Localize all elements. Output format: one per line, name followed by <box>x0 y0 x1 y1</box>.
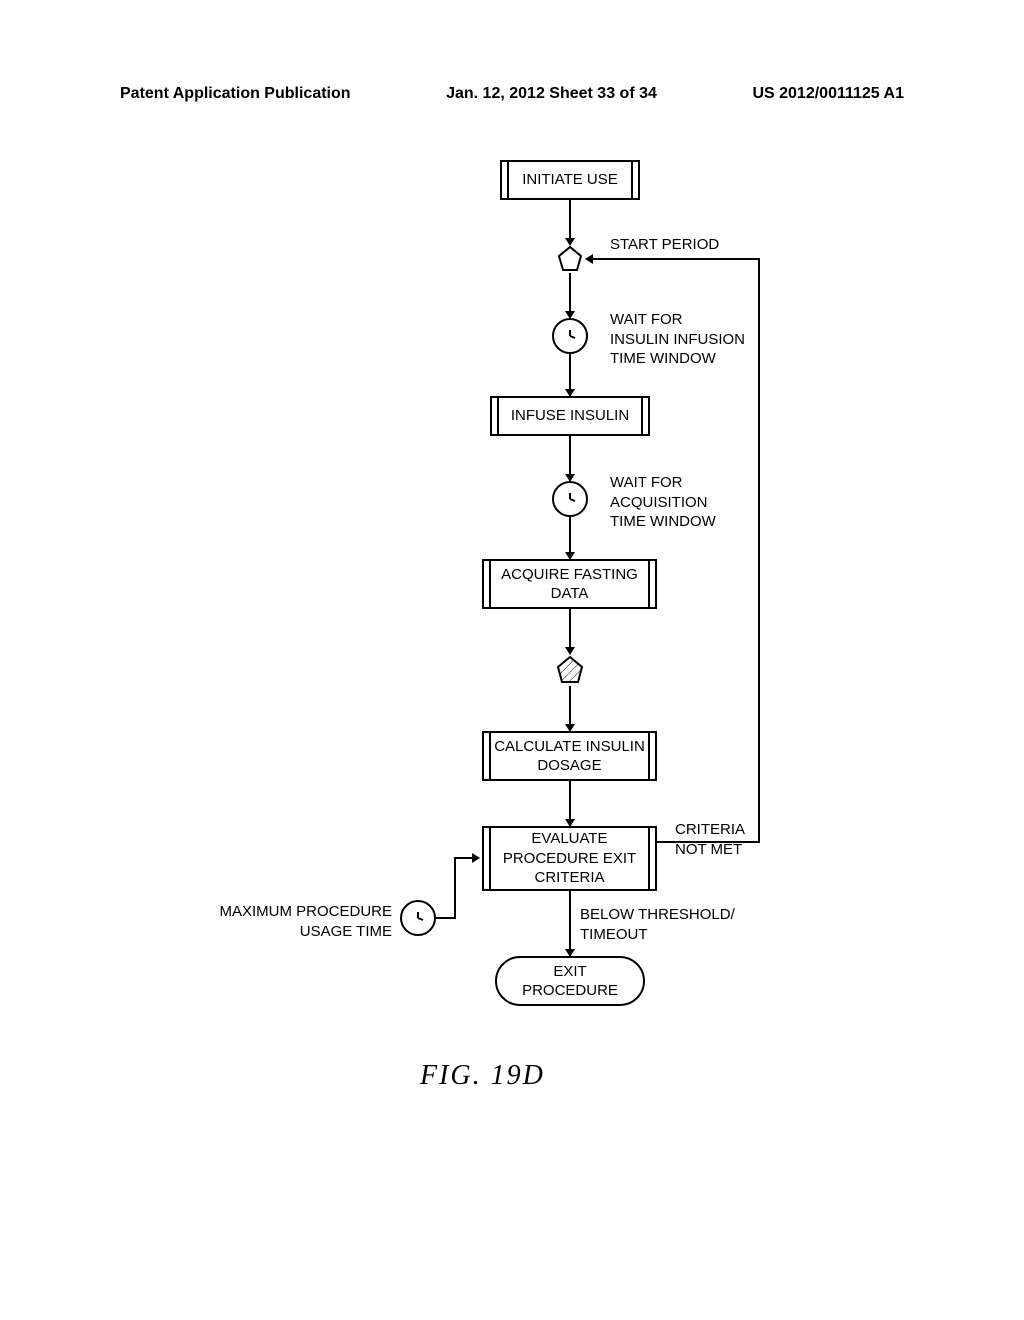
node-label: INFUSE INSULIN <box>511 406 629 426</box>
criteria-not-met-label: CRITERIA NOT MET <box>675 820 745 859</box>
node-label: CALCULATE INSULIN DOSAGE <box>494 737 645 776</box>
start-period-label: START PERIOD <box>610 235 719 255</box>
connector-line <box>569 686 571 726</box>
header-left: Patent Application Publication <box>120 85 351 103</box>
max-usage-label: MAXIMUM PROCEDURE USAGE TIME <box>210 902 392 941</box>
header-right: US 2012/0011125 A1 <box>752 85 904 103</box>
connector-line <box>569 517 571 554</box>
wait-infusion-icon <box>552 318 588 354</box>
connector-line <box>593 258 760 260</box>
connector-line <box>454 857 456 919</box>
connector-line <box>569 200 571 240</box>
arrow-icon <box>585 254 593 264</box>
node-label: ACQUIRE FASTING DATA <box>501 565 638 604</box>
node-label: EXIT PROCEDURE <box>522 962 618 1001</box>
connector-line <box>657 841 760 843</box>
wait-infusion-label: WAIT FOR INSULIN INFUSION TIME WINDOW <box>610 310 745 369</box>
connector-line <box>569 609 571 649</box>
connector-line <box>569 273 571 313</box>
header-middle: Jan. 12, 2012 Sheet 33 of 34 <box>446 85 657 103</box>
max-usage-clock-icon <box>400 900 436 936</box>
node-infuse: INFUSE INSULIN <box>490 396 650 436</box>
wait-acquisition-icon <box>552 481 588 517</box>
figure-label: FIG. 19D <box>420 1060 545 1092</box>
below-threshold-label: BELOW THRESHOLD/ TIMEOUT <box>580 905 735 944</box>
node-label: EVALUATE PROCEDURE EXIT CRITERIA <box>503 829 636 888</box>
node-acquire: ACQUIRE FASTING DATA <box>482 559 657 609</box>
node-initiate: INITIATE USE <box>500 160 640 200</box>
wait-acquisition-label: WAIT FOR ACQUISITION TIME WINDOW <box>610 473 716 532</box>
node-label: INITIATE USE <box>522 170 618 190</box>
node-exit: EXIT PROCEDURE <box>495 956 645 1006</box>
connector-line <box>758 258 760 843</box>
connector-line <box>569 891 571 951</box>
connector-line <box>454 857 474 859</box>
node-evaluate: EVALUATE PROCEDURE EXIT CRITERIA <box>482 826 657 891</box>
connector-line <box>436 917 456 919</box>
page-header: Patent Application Publication Jan. 12, … <box>0 85 1024 103</box>
connector-line <box>569 436 571 476</box>
connector-line <box>569 781 571 821</box>
flowchart: INITIATE USE START PERIOD WAIT FOR INSUL… <box>0 130 1024 1230</box>
connector-line <box>569 354 571 391</box>
arrow-icon <box>472 853 480 863</box>
node-calculate: CALCULATE INSULIN DOSAGE <box>482 731 657 781</box>
